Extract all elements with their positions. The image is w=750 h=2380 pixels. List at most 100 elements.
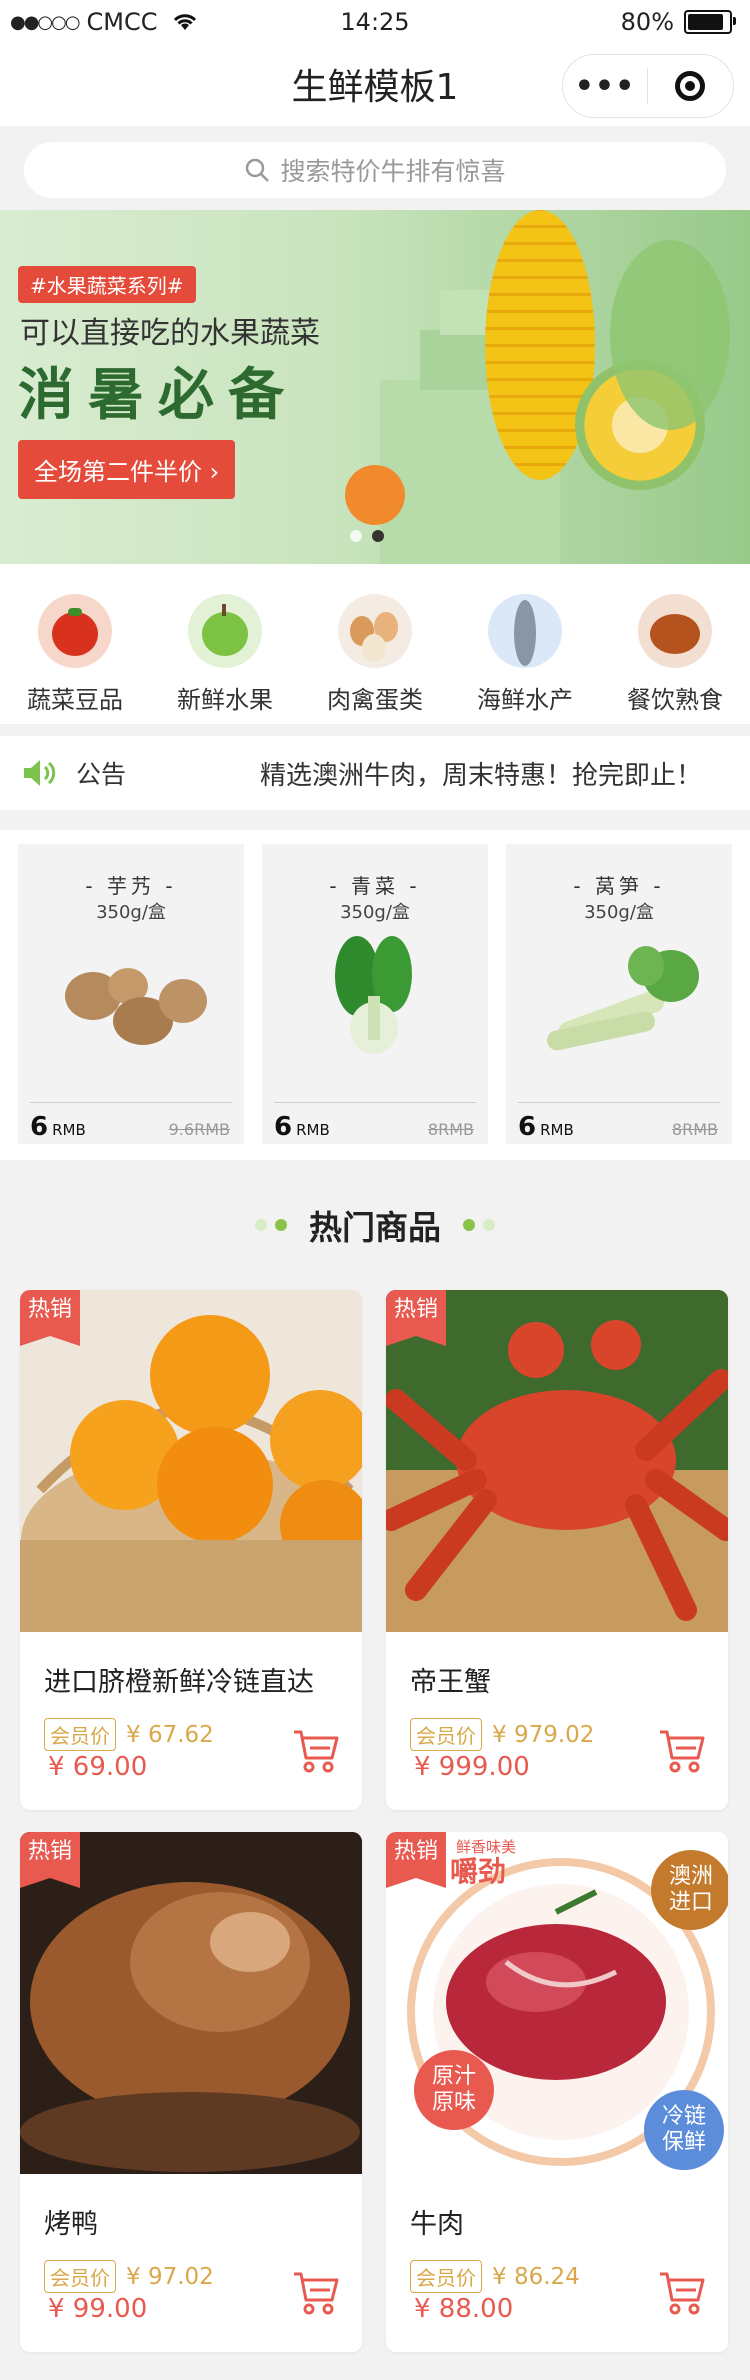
special-card[interactable]: - 莴笋 - 350g/盒 6 RMB 8RMB: [506, 844, 732, 1144]
hot-badge: 热销: [20, 1290, 80, 1346]
carousel-dot-active[interactable]: [372, 530, 384, 542]
product-name: 进口脐橙新鲜冷链直达: [44, 1667, 314, 1698]
category-label: 蔬菜豆品: [27, 686, 123, 714]
product-price: ¥ 69.00: [48, 1752, 148, 1782]
add-to-cart-icon[interactable]: [658, 1726, 706, 1774]
search-input[interactable]: 搜索特价牛排有惊喜: [24, 142, 726, 198]
search-placeholder: 搜索特价牛排有惊喜: [280, 157, 506, 186]
category-cooked-food[interactable]: 餐饮熟食: [605, 564, 745, 724]
category-fruits[interactable]: 新鲜水果: [155, 564, 295, 724]
special-name: - 青菜 -: [329, 874, 421, 898]
add-to-cart-icon[interactable]: [292, 1726, 340, 1774]
close-target-icon[interactable]: [648, 71, 732, 101]
status-bar: ●●○○○ CMCC 14:25 80%: [0, 0, 750, 44]
decor-dot: [483, 1219, 495, 1231]
banner-promo-button[interactable]: 全场第二件半价 ›: [18, 440, 236, 499]
special-weight: 350g/盒: [96, 902, 166, 923]
special-divider: [518, 1102, 720, 1103]
beef-badge-import: 澳洲进口: [668, 1864, 713, 1915]
product-price: ¥ 88.00: [414, 2294, 514, 2324]
product-name: 烤鸭: [44, 2209, 98, 2240]
battery-icon: [684, 10, 736, 34]
category-vegetables[interactable]: 蔬菜豆品: [5, 564, 145, 724]
special-weight: 350g/盒: [340, 902, 410, 923]
product-card[interactable]: 鲜香味美 嚼劲 澳洲进口 原汁原味 冷链保鲜 热销 牛肉 会员价 ¥ 86.24…: [386, 1832, 728, 2352]
category-seafood[interactable]: 海鲜水产: [455, 564, 595, 724]
fish-icon: [488, 594, 562, 668]
hot-badge: 热销: [386, 1290, 446, 1346]
special-name: - 莴笋 -: [573, 874, 665, 898]
carousel-indicator: [350, 530, 384, 542]
special-old-price: 8RMB: [427, 1120, 474, 1139]
battery-percent: 80%: [620, 8, 674, 36]
category-nav: 蔬菜豆品 新鲜水果 肉禽蛋类 海鲜水产 餐饮熟食: [0, 564, 750, 724]
banner-headline: 消暑必备: [18, 363, 298, 428]
special-divider: [30, 1102, 232, 1103]
special-old-price: 8RMB: [671, 1120, 718, 1139]
member-price-row: 会员价 ¥ 979.02: [410, 1718, 594, 1751]
more-icon[interactable]: •••: [563, 69, 647, 104]
member-price-row: 会员价 ¥ 86.24: [410, 2260, 580, 2293]
special-weight: 350g/盒: [584, 902, 654, 923]
member-tag: 会员价: [44, 2260, 116, 2293]
member-tag: 会员价: [410, 2260, 482, 2293]
product-card[interactable]: 热销 进口脐橙新鲜冷链直达 会员价 ¥ 67.62 ¥ 69.00: [20, 1290, 362, 1810]
category-label: 新鲜水果: [177, 686, 273, 714]
product-card[interactable]: 热销 帝王蟹 会员价 ¥ 979.02 ¥ 999.00: [386, 1290, 728, 1810]
hot-badge: 热销: [20, 1832, 80, 1888]
section-title: 热门商品: [309, 1208, 441, 1247]
special-name: - 芋艿 -: [85, 874, 177, 898]
category-label: 餐饮熟食: [627, 686, 723, 714]
banner-tag: #水果蔬菜系列#: [18, 266, 196, 303]
add-to-cart-icon[interactable]: [658, 2268, 706, 2316]
special-price: 6 RMB: [518, 1112, 574, 1142]
eggs-icon: [338, 594, 412, 668]
announcement-label: 公告: [76, 760, 127, 789]
search-icon: [246, 158, 270, 182]
special-card[interactable]: - 芋艿 - 350g/盒 6 RMB 9.6RMB: [18, 844, 244, 1144]
decor-dot: [463, 1219, 475, 1231]
special-price: 6 RMB: [30, 1112, 86, 1142]
banner-subtitle: 可以直接吃的水果蔬菜: [20, 316, 320, 351]
apple-icon: [188, 594, 262, 668]
carousel-dot[interactable]: [350, 530, 362, 542]
bok-choy-image: [335, 936, 412, 1054]
member-price-row: 会员价 ¥ 97.02: [44, 2260, 214, 2293]
product-card[interactable]: 热销 烤鸭 会员价 ¥ 97.02 ¥ 99.00: [20, 1832, 362, 2352]
member-price: ¥ 979.02: [492, 1721, 595, 1748]
product-price: ¥ 999.00: [414, 1752, 530, 1782]
announcement-bar[interactable]: 公告 精选澳洲牛肉，周末特惠！抢完即止！: [0, 736, 750, 810]
category-label: 海鲜水产: [477, 686, 573, 714]
add-to-cart-icon[interactable]: [292, 2268, 340, 2316]
lettuce-stem-image: [546, 946, 699, 1051]
special-old-price: 9.6RMB: [168, 1120, 230, 1139]
hot-badge: 热销: [386, 1832, 446, 1888]
taro-image: [65, 968, 207, 1045]
member-price: ¥ 86.24: [492, 2263, 580, 2290]
member-tag: 会员价: [410, 1718, 482, 1751]
beef-badge-coldchain: 冷链保鲜: [661, 2104, 706, 2155]
member-price-row: 会员价 ¥ 67.62: [44, 1718, 214, 1751]
roast-chicken-icon: [638, 594, 712, 668]
decor-dot: [275, 1219, 287, 1231]
category-label: 肉禽蛋类: [327, 686, 423, 714]
tomato-icon: [38, 594, 112, 668]
special-card[interactable]: - 青菜 - 350g/盒 6 RMB 8RMB: [262, 844, 488, 1144]
member-price: ¥ 97.02: [126, 2263, 214, 2290]
nav-bar: 生鲜模板1 •••: [0, 44, 750, 126]
speaker-icon: [24, 760, 56, 786]
product-name: 牛肉: [410, 2209, 464, 2240]
banner-carousel[interactable]: #水果蔬菜系列# 可以直接吃的水果蔬菜 消暑必备 全场第二件半价 ›: [0, 210, 750, 564]
announcement-text: 精选澳洲牛肉，周末特惠！抢完即止！: [260, 760, 703, 791]
hot-products-header: 热门商品: [0, 1170, 750, 1280]
member-price: ¥ 67.62: [126, 1721, 214, 1748]
search-bar: 搜索特价牛排有惊喜: [0, 126, 750, 210]
special-divider: [274, 1102, 476, 1103]
product-price: ¥ 99.00: [48, 2294, 148, 2324]
category-meat-eggs[interactable]: 肉禽蛋类: [305, 564, 445, 724]
special-price: 6 RMB: [274, 1112, 330, 1142]
product-name: 帝王蟹: [410, 1667, 491, 1698]
member-tag: 会员价: [44, 1718, 116, 1751]
beef-badge-original: 原汁原味: [431, 2064, 476, 2115]
beef-image-headline: 嚼劲: [450, 1855, 507, 1888]
